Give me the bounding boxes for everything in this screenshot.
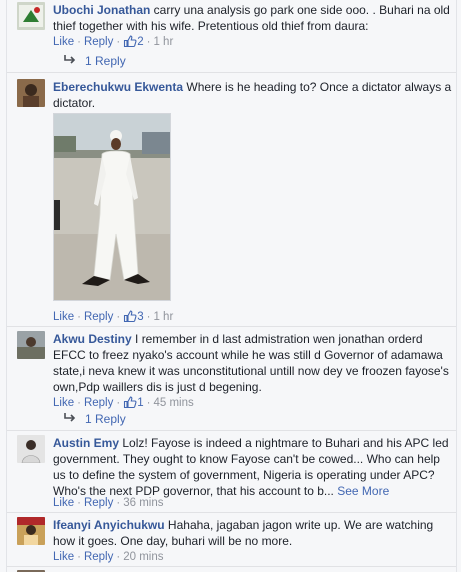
reply-button[interactable]: Reply	[84, 551, 113, 563]
like-count[interactable]: 2	[123, 35, 144, 48]
comment-time[interactable]: 20 mins	[123, 551, 163, 563]
comment-actions: Like · Reply · 36 mins	[53, 497, 164, 509]
like-button[interactable]: Like	[53, 397, 74, 409]
like-count[interactable]: 3	[123, 310, 144, 323]
view-replies[interactable]: 1 Reply	[63, 53, 126, 69]
comment-actions: Like · Reply · 20 mins	[53, 551, 164, 563]
comments-panel: Ubochi Jonathan carry una analysis go pa…	[6, 0, 457, 572]
comment-time[interactable]: 45 mins	[153, 397, 193, 409]
comment: Ifeanyi Anyichukwu Hahaha, jagaban jagon…	[7, 512, 456, 566]
see-more-link[interactable]: See More	[337, 484, 389, 498]
thumbs-up-icon	[124, 35, 137, 48]
avatar[interactable]	[17, 435, 45, 463]
avatar[interactable]	[17, 517, 45, 545]
comment-author[interactable]: Akwu Destiny	[53, 332, 132, 346]
comment-time[interactable]: 1 hr	[153, 311, 173, 323]
avatar[interactable]	[17, 331, 45, 359]
comment: Austin Emy Lolz! Fayose is indeed a nigh…	[7, 430, 456, 512]
reply-button[interactable]: Reply	[84, 36, 113, 48]
comment-time[interactable]: 36 mins	[123, 497, 163, 509]
comment: Akwu Destiny I remember in d last admist…	[7, 326, 456, 430]
like-button[interactable]: Like	[53, 36, 74, 48]
comment-author[interactable]: Austin Emy	[53, 436, 119, 450]
comment: Ubochi Jonathan carry una analysis go pa…	[7, 0, 456, 72]
thumbs-up-icon	[124, 396, 137, 409]
reply-button[interactable]: Reply	[84, 397, 113, 409]
comment-time[interactable]: 1 hr	[153, 36, 173, 48]
comment: Eberechukwu Ekwenta Where is he heading …	[7, 72, 456, 326]
reply-arrow-icon	[64, 413, 76, 422]
comment-photo[interactable]	[53, 113, 171, 301]
comment-author[interactable]: Ubochi Jonathan	[53, 3, 150, 17]
comment-author[interactable]: Eberechukwu Ekwenta	[53, 80, 183, 94]
like-button[interactable]: Like	[53, 311, 74, 323]
view-replies[interactable]: 1 Reply	[63, 411, 126, 427]
reply-button[interactable]: Reply	[84, 497, 113, 509]
comment-actions: Like · Reply · 3 · 1 hr	[53, 310, 174, 323]
like-count[interactable]: 1	[123, 396, 144, 409]
comment-actions: Like · Reply · 1 · 45 mins	[53, 396, 194, 409]
comment-author[interactable]: Ifeanyi Anyichukwu	[53, 518, 165, 532]
avatar[interactable]	[17, 2, 45, 30]
comment-actions: Like · Reply · 2 · 1 hr	[53, 35, 174, 48]
comment	[7, 566, 456, 572]
thumbs-up-icon	[124, 310, 137, 323]
reply-arrow-icon	[64, 55, 76, 64]
avatar[interactable]	[17, 79, 45, 107]
like-button[interactable]: Like	[53, 497, 74, 509]
reply-button[interactable]: Reply	[84, 311, 113, 323]
like-button[interactable]: Like	[53, 551, 74, 563]
